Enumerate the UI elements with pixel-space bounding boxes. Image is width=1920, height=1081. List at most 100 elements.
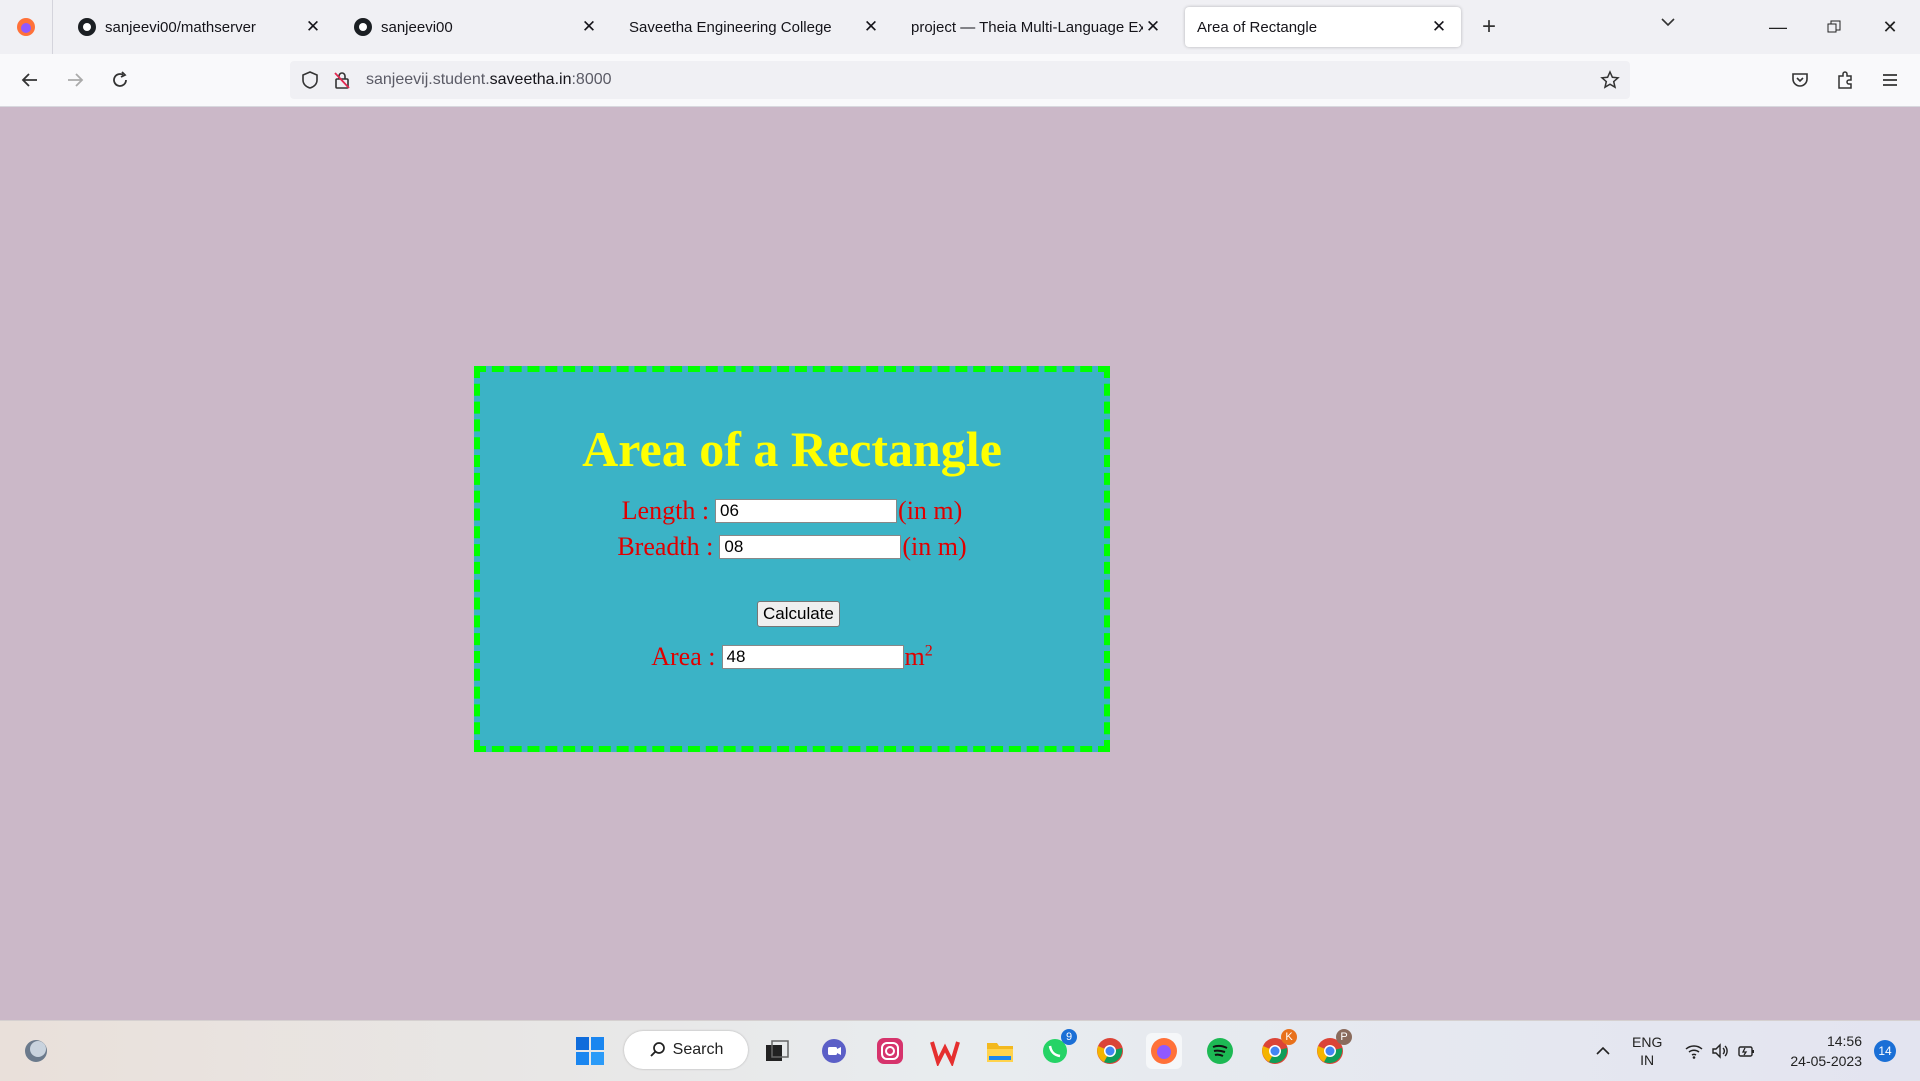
search-icon: [649, 1042, 665, 1057]
url-text[interactable]: sanjeevij.student.saveetha.in:8000: [366, 71, 612, 89]
folder-icon: [987, 1043, 1013, 1062]
file-explorer-app[interactable]: [982, 1033, 1018, 1069]
address-bar[interactable]: sanjeevij.student.saveetha.in:8000: [290, 61, 1630, 99]
windows-icon: [576, 1037, 604, 1065]
length-row: Length : (in m): [480, 496, 1104, 526]
language-code: ENG: [1632, 1034, 1663, 1050]
volume-icon: [1712, 1043, 1728, 1059]
close-icon: ✕: [1882, 16, 1898, 37]
tab-sanjeevi00[interactable]: sanjeevi00 ✕: [341, 7, 611, 47]
shield-icon[interactable]: [300, 70, 320, 90]
minimize-icon: —: [1769, 16, 1787, 37]
chat-icon: [822, 1039, 846, 1063]
tab-strip: sanjeevi00/mathserver ✕ sanjeevi00 ✕ Sav…: [0, 0, 1920, 54]
arrow-left-icon: [21, 73, 37, 87]
network-volume-battery[interactable]: [1684, 1021, 1756, 1081]
notification-count: 14: [1874, 1040, 1896, 1062]
url-domain: saveetha.in: [489, 71, 572, 88]
calculate-button[interactable]: Calculate: [757, 601, 840, 627]
reload-icon: [113, 71, 127, 87]
insecure-lock-icon[interactable]: [332, 70, 352, 90]
tab-theia-project[interactable]: project — Theia Multi-Language Ex ✕: [899, 7, 1175, 47]
taskbar-search[interactable]: Search: [624, 1031, 748, 1069]
firefox-icon: [17, 18, 35, 36]
whatsapp-app[interactable]: 9: [1037, 1029, 1077, 1069]
chevron-up-icon: [1596, 1046, 1610, 1055]
chrome-app[interactable]: [1092, 1033, 1128, 1069]
notification-center[interactable]: 14: [1874, 1021, 1896, 1081]
area-unit: m2: [905, 642, 933, 672]
minimize-button[interactable]: —: [1750, 0, 1806, 54]
weather-widget[interactable]: [18, 1033, 54, 1069]
close-icon[interactable]: ✕: [303, 17, 323, 37]
page-content: Area of a Rectangle Length : (in m) Brea…: [0, 107, 1920, 1020]
firefox-icon: [1151, 1038, 1177, 1064]
close-icon[interactable]: ✕: [861, 17, 881, 37]
chrome-profile-p[interactable]: P: [1312, 1029, 1352, 1069]
firefox-view-button[interactable]: [0, 0, 53, 54]
back-button[interactable]: [14, 64, 46, 96]
url-port: :8000: [571, 71, 612, 88]
close-window-button[interactable]: ✕: [1862, 0, 1918, 54]
chrome-icon: [1097, 1038, 1123, 1064]
forward-button[interactable]: [59, 64, 91, 96]
spotify-icon: [1207, 1038, 1233, 1064]
firefox-app[interactable]: [1146, 1033, 1182, 1069]
page-title: Area of a Rectangle: [582, 421, 1002, 477]
length-unit: (in m): [898, 496, 963, 525]
area-row: Area : m2: [480, 642, 1104, 672]
task-view-icon: [766, 1040, 789, 1061]
area-unit-exponent: 2: [924, 642, 933, 660]
tab-mathserver[interactable]: sanjeevi00/mathserver ✕: [65, 7, 335, 47]
wps-office-app[interactable]: [927, 1033, 963, 1069]
chevron-down-icon: [1661, 18, 1675, 27]
task-view-button[interactable]: [759, 1033, 795, 1069]
close-icon[interactable]: ✕: [579, 17, 599, 37]
tab-title: project — Theia Multi-Language Ex: [911, 18, 1143, 36]
instagram-app[interactable]: [872, 1033, 908, 1069]
close-icon[interactable]: ✕: [1429, 17, 1449, 37]
whatsapp-badge: 9: [1061, 1029, 1077, 1045]
hamburger-icon: [1883, 74, 1897, 86]
chrome-profile-k[interactable]: K: [1257, 1029, 1297, 1069]
puzzle-icon: [1838, 71, 1852, 89]
bookmark-star-icon[interactable]: [1600, 70, 1620, 90]
profile-p-badge: P: [1336, 1029, 1352, 1045]
area-label: Area :: [651, 642, 716, 671]
navigation-toolbar: sanjeevij.student.saveetha.in:8000: [0, 54, 1920, 107]
calculator-box: Area of a Rectangle Length : (in m) Brea…: [474, 366, 1110, 752]
wifi-icon: [1685, 1045, 1703, 1059]
start-button[interactable]: [572, 1033, 608, 1069]
windows-taskbar: Search 9 K P ENG IN 14:56 24-05-2023 14: [0, 1020, 1920, 1081]
region-code: IN: [1640, 1052, 1655, 1068]
language-indicator[interactable]: ENG IN: [1632, 1021, 1662, 1081]
breadth-row: Breadth : (in m): [480, 532, 1104, 562]
tab-area-of-rectangle[interactable]: Area of Rectangle ✕: [1185, 7, 1461, 47]
spotify-app[interactable]: [1202, 1033, 1238, 1069]
reload-button[interactable]: [104, 64, 136, 96]
list-all-tabs-button[interactable]: [1660, 14, 1676, 35]
url-prefix: sanjeevij.student.: [366, 71, 490, 88]
length-label: Length :: [621, 496, 710, 525]
teams-chat-button[interactable]: [816, 1033, 852, 1069]
area-unit-base: m: [904, 642, 925, 671]
new-tab-button[interactable]: +: [1469, 7, 1509, 47]
tab-title: sanjeevi00: [381, 18, 453, 36]
close-icon[interactable]: ✕: [1143, 17, 1163, 37]
wps-icon: [930, 1041, 960, 1066]
tab-title: sanjeevi00/mathserver: [105, 18, 256, 36]
restore-button[interactable]: [1806, 0, 1862, 54]
breadth-label: Breadth :: [617, 532, 714, 561]
pocket-button[interactable]: [1784, 64, 1816, 96]
breadth-input[interactable]: [719, 535, 902, 559]
restore-icon: [1827, 20, 1841, 33]
show-hidden-icons[interactable]: [1594, 1021, 1612, 1081]
battery-icon: [1738, 1046, 1754, 1057]
clock[interactable]: 14:56 24-05-2023: [1780, 1021, 1862, 1081]
extensions-button[interactable]: [1829, 64, 1861, 96]
app-menu-button[interactable]: [1874, 64, 1906, 96]
tab-saveetha[interactable]: Saveetha Engineering College ✕: [617, 7, 893, 47]
area-output[interactable]: [721, 645, 904, 669]
clock-time: 14:56: [1826, 1033, 1862, 1049]
length-input[interactable]: [715, 499, 898, 523]
